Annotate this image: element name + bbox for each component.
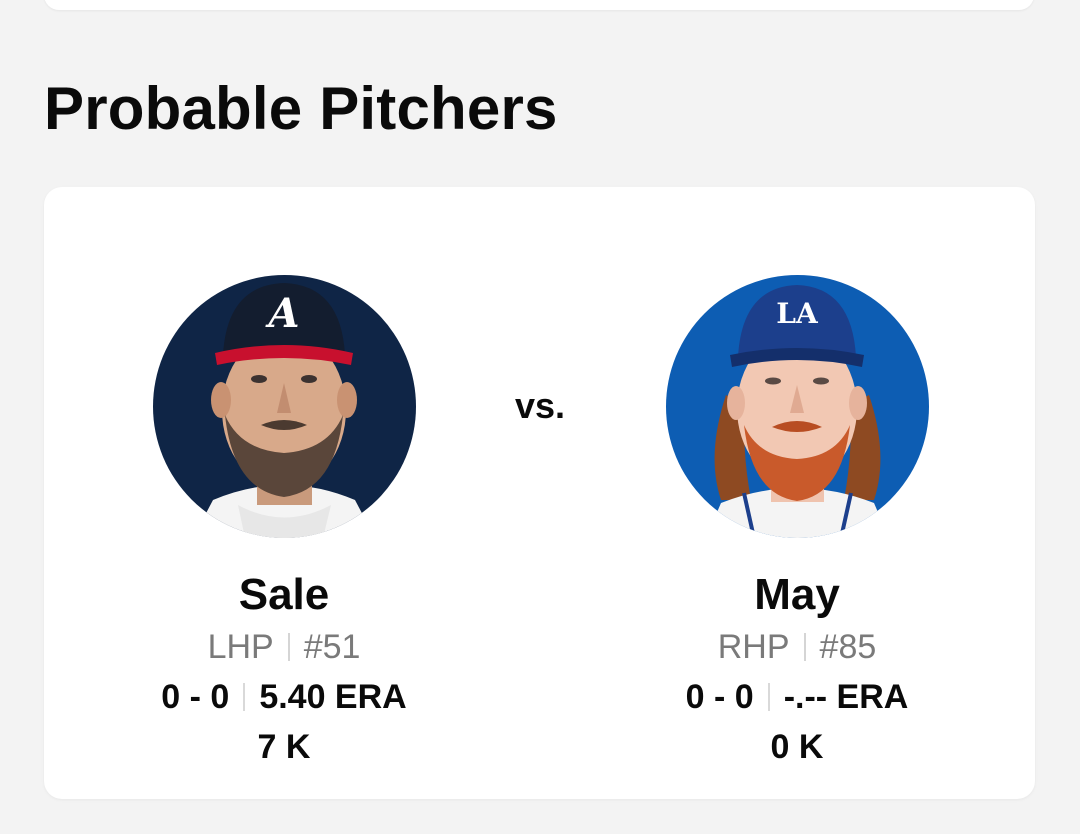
svg-text:LA: LA: [776, 297, 819, 330]
divider: [243, 683, 246, 711]
away-pitcher-era: 5.40 ERA: [259, 678, 407, 716]
home-pitcher[interactable]: LA May RHP #85 0 - 0 -.-- ERA 0 K: [587, 275, 1007, 768]
home-pitcher-meta: RHP #85: [587, 626, 1007, 668]
home-pitcher-position: RHP: [717, 628, 790, 666]
vs-label: vs.: [514, 385, 566, 426]
away-pitcher-stats: 0 - 0 5.40 ERA: [74, 676, 494, 718]
divider: [803, 633, 806, 661]
home-pitcher-era: -.-- ERA: [783, 678, 909, 716]
home-pitcher-name[interactable]: May: [587, 568, 1007, 622]
home-pitcher-headshot[interactable]: LA: [665, 275, 929, 538]
divider: [287, 633, 290, 661]
away-pitcher-position: LHP: [207, 628, 274, 666]
section-title: Probable Pitchers: [44, 75, 558, 142]
away-pitcher[interactable]: A Sale LHP #51 0 - 0 5.40 ERA 7 K: [74, 275, 494, 768]
divider: [767, 683, 770, 711]
home-pitcher-record: 0 - 0: [685, 678, 754, 716]
away-pitcher-meta: LHP #51: [74, 626, 494, 668]
away-pitcher-record: 0 - 0: [161, 678, 230, 716]
home-pitcher-stats: 0 - 0 -.-- ERA: [587, 676, 1007, 718]
home-pitcher-number: #85: [819, 628, 877, 666]
previous-card: [44, 0, 1034, 10]
svg-text:A: A: [264, 290, 299, 337]
probable-pitchers-card: A Sale LHP #51 0 - 0 5.40 ERA 7 K vs. LA…: [44, 187, 1035, 799]
home-pitcher-strikeouts: 0 K: [770, 728, 824, 766]
away-pitcher-name[interactable]: Sale: [74, 568, 494, 622]
away-pitcher-number: #51: [303, 628, 361, 666]
away-pitcher-headshot[interactable]: A: [152, 275, 416, 538]
away-pitcher-strikeouts: 7 K: [257, 728, 311, 766]
